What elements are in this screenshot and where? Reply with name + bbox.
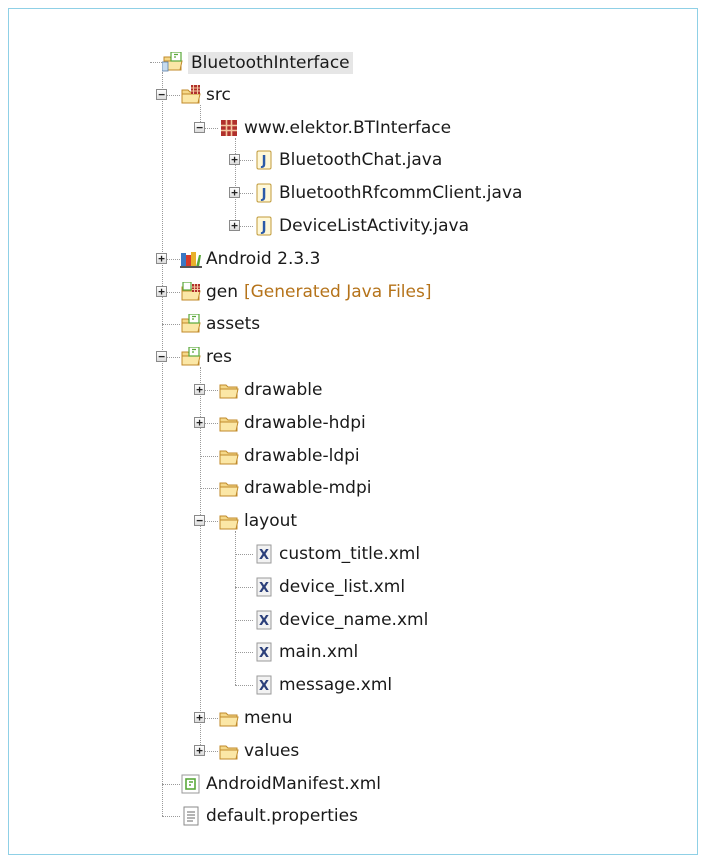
tree-item[interactable]: AndroidManifest.xml bbox=[0, 768, 690, 800]
tree-item-label: DeviceListActivity.java bbox=[279, 216, 470, 236]
tree-item-label: device_name.xml bbox=[279, 609, 429, 630]
collapse-toggle-icon[interactable]: − bbox=[194, 121, 205, 133]
tree-item-label: BluetoothInterface bbox=[188, 52, 353, 74]
xml-file-icon: X bbox=[253, 675, 275, 695]
svg-text:J: J bbox=[261, 154, 267, 169]
tree-item[interactable]: Xdevice_name.xml bbox=[0, 604, 690, 636]
expand-toggle-icon[interactable]: + bbox=[156, 285, 167, 297]
tree-item[interactable]: + drawable bbox=[0, 374, 690, 406]
tree-item-label: BluetoothChat.java bbox=[279, 150, 443, 171]
android-folder-icon bbox=[180, 313, 202, 334]
folder-icon bbox=[218, 478, 240, 498]
folder-icon bbox=[218, 446, 240, 466]
tree-item-label: src bbox=[206, 84, 231, 105]
tree-item[interactable]: Xmain.xml bbox=[0, 636, 690, 668]
tree-item[interactable]: Xdevice_list.xml bbox=[0, 571, 690, 603]
tree-item[interactable]: Xmessage.xml bbox=[0, 669, 690, 701]
android-folder-icon bbox=[180, 346, 202, 367]
tree-item-label: main.xml bbox=[279, 642, 359, 663]
svg-text:X: X bbox=[259, 581, 269, 596]
tree-item[interactable]: − res bbox=[0, 341, 690, 373]
tree-item-decoration: [Generated Java Files] bbox=[244, 281, 432, 302]
tree-item[interactable]: + drawable-hdpi bbox=[0, 407, 690, 439]
tree-item-label: layout bbox=[244, 511, 298, 532]
tree-item-label: res bbox=[206, 347, 232, 368]
tree-item[interactable]: + values bbox=[0, 735, 690, 767]
tree-item[interactable]: − layout bbox=[0, 505, 690, 537]
tree-item-label: message.xml bbox=[279, 675, 393, 696]
collapse-toggle-icon[interactable]: − bbox=[156, 88, 167, 100]
android-project-icon bbox=[161, 51, 184, 72]
package-icon bbox=[218, 118, 240, 138]
tree-item-label: assets bbox=[206, 314, 261, 335]
svg-text:X: X bbox=[259, 614, 269, 629]
xml-file-icon: X bbox=[253, 577, 275, 597]
android-manifest-icon bbox=[180, 774, 202, 794]
tree-item[interactable]: BluetoothInterface bbox=[0, 46, 690, 78]
tree-item-label: values bbox=[244, 740, 300, 761]
tree-item-label: custom_title.xml bbox=[279, 544, 421, 564]
tree-item-label: BluetoothRfcommClient.java bbox=[279, 183, 523, 204]
folder-icon bbox=[218, 413, 240, 433]
svg-text:J: J bbox=[261, 220, 267, 235]
tree-item-label: drawable-ldpi bbox=[244, 445, 360, 466]
tree-item[interactable]: drawable-ldpi bbox=[0, 440, 690, 472]
tree-item[interactable]: default.properties bbox=[0, 800, 690, 832]
tree-item[interactable]: + J DeviceListActivity.java bbox=[0, 210, 690, 242]
tree-item-label: default.properties bbox=[206, 806, 358, 827]
expand-toggle-icon[interactable]: + bbox=[229, 187, 240, 199]
tree-item[interactable]: + J BluetoothChat.java bbox=[0, 144, 690, 176]
tree-item[interactable]: drawable-mdpi bbox=[0, 472, 690, 504]
svg-text:X: X bbox=[259, 646, 269, 661]
expand-toggle-icon[interactable]: + bbox=[229, 220, 240, 231]
expand-toggle-icon[interactable]: + bbox=[156, 252, 167, 264]
xml-file-icon: X bbox=[253, 610, 275, 630]
text-file-icon bbox=[180, 806, 202, 826]
tree-item[interactable]: Xcustom_title.xml bbox=[0, 538, 690, 570]
tree-item[interactable]: − www.elektor.BTInterface bbox=[0, 112, 690, 144]
svg-text:X: X bbox=[259, 679, 269, 694]
tree-item-label: drawable bbox=[244, 380, 323, 400]
project-explorer-tree: BluetoothInterface − src − www.elektor.BTI… bbox=[0, 0, 702, 863]
folder-icon bbox=[218, 380, 240, 400]
svg-text:J: J bbox=[261, 187, 267, 202]
folder-icon bbox=[218, 708, 240, 728]
source-folder-icon bbox=[180, 84, 202, 105]
xml-file-icon: X bbox=[253, 544, 275, 564]
tree-item[interactable]: − src bbox=[0, 79, 690, 111]
tree-item[interactable]: + menu bbox=[0, 702, 690, 734]
library-icon bbox=[180, 249, 202, 269]
tree-item-label: menu bbox=[244, 708, 293, 728]
tree-item-label: device_list.xml bbox=[279, 576, 406, 597]
tree-item[interactable]: + Android 2.3.3 bbox=[0, 243, 690, 275]
expand-toggle-icon[interactable]: + bbox=[229, 154, 240, 166]
tree-item-label: drawable-hdpi bbox=[244, 412, 366, 433]
tree-item-label: Android 2.3.3 bbox=[206, 248, 321, 269]
collapse-toggle-icon[interactable]: − bbox=[156, 351, 167, 363]
expand-toggle-icon[interactable]: + bbox=[194, 384, 205, 395]
expand-toggle-icon[interactable]: + bbox=[194, 712, 205, 723]
folder-icon bbox=[218, 741, 240, 761]
tree-item-label: gen bbox=[206, 281, 239, 302]
java-file-icon: J bbox=[253, 216, 275, 236]
java-file-icon: J bbox=[253, 150, 275, 170]
folder-icon bbox=[218, 511, 240, 531]
generated-folder-icon bbox=[180, 280, 202, 302]
tree-item-label: drawable-mdpi bbox=[244, 478, 372, 499]
expand-toggle-icon[interactable]: + bbox=[194, 744, 205, 756]
tree-item-label: AndroidManifest.xml bbox=[206, 773, 382, 794]
tree-item[interactable]: + J BluetoothRfcommClient.java bbox=[0, 177, 690, 209]
svg-text:X: X bbox=[259, 548, 269, 563]
tree-item-label: www.elektor.BTInterface bbox=[244, 117, 452, 138]
tree-item[interactable]: assets bbox=[0, 308, 690, 340]
collapse-toggle-icon[interactable]: − bbox=[194, 515, 205, 527]
xml-file-icon: X bbox=[253, 642, 275, 662]
expand-toggle-icon[interactable]: + bbox=[194, 416, 205, 428]
tree-item[interactable]: + gen [Generated Java Files] bbox=[0, 276, 690, 308]
java-file-icon: J bbox=[253, 183, 275, 203]
